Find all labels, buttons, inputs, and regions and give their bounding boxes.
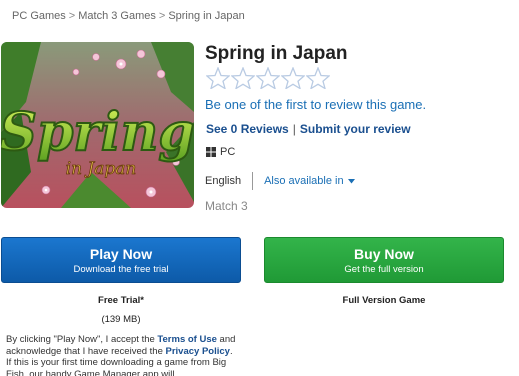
breadcrumb: PC Games > Match 3 Games > Spring in Japan	[12, 10, 245, 22]
breadcrumb-separator: >	[158, 10, 166, 22]
breadcrumb-separator: >	[68, 10, 76, 22]
star-icon[interactable]	[231, 67, 255, 89]
review-links: See 0 Reviews | Submit your review	[206, 122, 411, 136]
legal-text-part: By clicking "Play Now", I accept the	[6, 334, 158, 345]
language-divider	[252, 172, 254, 190]
star-icon[interactable]	[281, 67, 305, 89]
legal-text: By clicking "Play Now", I accept the Ter…	[6, 334, 236, 376]
breadcrumb-current: Spring in Japan	[168, 10, 245, 22]
full-version-label: Full Version Game	[342, 295, 426, 306]
language-label: English	[205, 175, 242, 187]
review-links-divider: |	[292, 122, 296, 136]
breadcrumb-match-3-games[interactable]: Match 3 Games	[78, 10, 156, 22]
buy-now-button[interactable]: Buy Now Get the full version	[264, 237, 504, 283]
rating-stars[interactable]	[206, 67, 330, 89]
platform-info: PC	[206, 146, 235, 158]
buy-now-label: Buy Now	[354, 246, 414, 262]
play-now-sublabel: Download the free trial	[73, 264, 169, 275]
see-reviews-link[interactable]: See 0 Reviews	[206, 122, 289, 136]
game-title: Spring in Japan	[205, 43, 348, 64]
privacy-policy-link[interactable]: Privacy Policy	[166, 346, 230, 357]
cover-logo-word: Spring	[1, 102, 194, 163]
cover-logo-sub: in Japan	[66, 159, 137, 179]
play-now-button[interactable]: Play Now Download the free trial	[1, 237, 241, 283]
windows-icon	[206, 147, 216, 157]
buy-now-sublabel: Get the full version	[344, 264, 424, 275]
platform-label: PC	[220, 146, 236, 158]
language-row: English Also available in	[205, 172, 355, 190]
also-available-label: Also available in	[264, 175, 344, 187]
download-size: (139 MB)	[101, 314, 141, 325]
genre-label[interactable]: Match 3	[205, 199, 248, 213]
submit-review-link[interactable]: Submit your review	[300, 122, 411, 136]
review-prompt: Be one of the first to review this game.	[205, 97, 427, 112]
star-icon[interactable]	[206, 67, 230, 89]
breadcrumb-pc-games[interactable]: PC Games	[12, 10, 66, 22]
star-icon[interactable]	[306, 67, 330, 89]
star-icon[interactable]	[256, 67, 280, 89]
play-now-label: Play Now	[89, 246, 153, 262]
also-available-dropdown[interactable]: Also available in	[264, 175, 355, 187]
caret-down-icon	[347, 178, 355, 183]
game-cover-image: Spring in Japan	[1, 42, 194, 208]
terms-of-use-link[interactable]: Terms of Use	[157, 334, 216, 345]
free-trial-label: Free Trial*	[98, 295, 144, 306]
